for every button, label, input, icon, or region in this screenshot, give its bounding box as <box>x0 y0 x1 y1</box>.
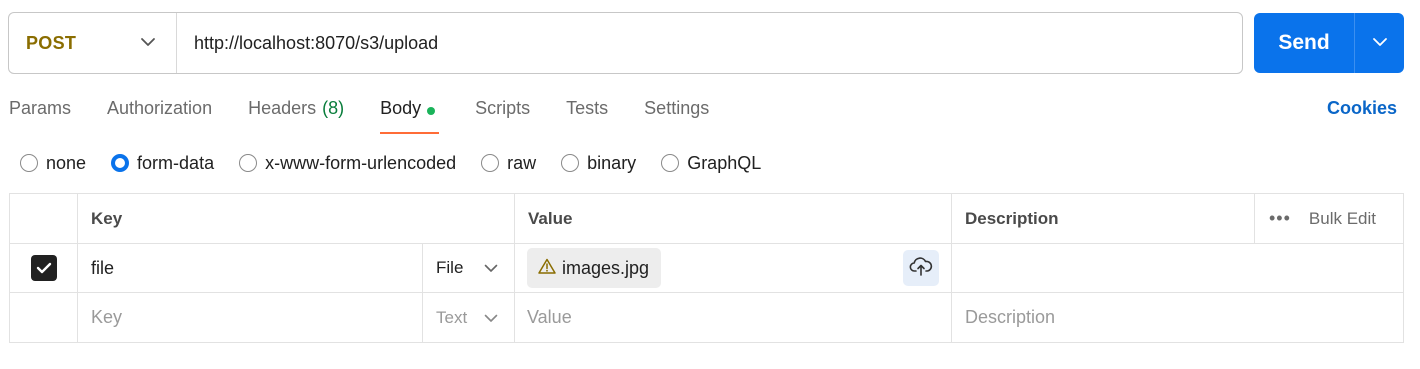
tab-label: Settings <box>644 98 710 118</box>
radio-label: none <box>46 152 87 173</box>
radio-label: binary <box>587 152 637 173</box>
radio-label: GraphQL <box>687 152 762 173</box>
radio-circle <box>661 154 680 172</box>
radio-circle-selected <box>111 154 130 172</box>
tab-label: Body <box>380 98 422 118</box>
tab-params[interactable]: Params <box>9 96 71 134</box>
header-check-cell <box>10 194 78 243</box>
cookies-link[interactable]: Cookies <box>1327 98 1397 119</box>
cloud-upload-icon <box>909 256 933 281</box>
radio-circle <box>20 154 38 172</box>
table-row: file File images.jpg <box>10 244 1403 293</box>
row-check-cell <box>10 293 78 342</box>
tab-body[interactable]: Body <box>380 96 440 134</box>
chevron-down-icon <box>1372 34 1388 52</box>
table-header-row: Key Value Description ••• Bulk Edit <box>10 194 1403 244</box>
checkmark-icon <box>36 262 51 274</box>
table-row-new: Key Text Value Description <box>10 293 1403 342</box>
type-label: Text <box>436 307 468 327</box>
radio-circle <box>239 154 258 172</box>
warning-icon <box>538 258 556 279</box>
tab-authorization[interactable]: Authorization <box>107 96 212 134</box>
new-value-field[interactable]: Value <box>515 293 952 342</box>
request-tabs: Params Authorization Headers (8) Body Scr… <box>9 96 745 134</box>
new-key-field[interactable]: Key <box>78 293 423 342</box>
value-field: images.jpg <box>515 244 952 292</box>
radio-circle <box>561 154 580 172</box>
file-name: images.jpg <box>562 257 650 278</box>
send-options-button[interactable] <box>1355 13 1404 73</box>
bulk-edit-button[interactable]: Bulk Edit <box>1309 209 1376 229</box>
method-label: POST <box>26 32 77 53</box>
description-field[interactable] <box>952 244 1403 292</box>
tab-label: Scripts <box>475 98 531 118</box>
key-field[interactable]: file <box>78 244 423 292</box>
tab-label: Headers <box>248 98 317 118</box>
radio-form-data[interactable]: form-data <box>111 153 214 174</box>
more-options-icon[interactable]: ••• <box>1269 208 1291 229</box>
chevron-down-icon <box>140 34 156 52</box>
header-value: Value <box>515 194 952 243</box>
radio-graphql[interactable]: GraphQL <box>661 153 761 174</box>
row-check-cell <box>10 244 78 292</box>
header-key: Key <box>78 194 515 243</box>
type-select[interactable]: File <box>423 244 515 292</box>
tab-settings[interactable]: Settings <box>644 96 709 134</box>
selected-file-chip[interactable]: images.jpg <box>527 248 662 288</box>
tab-label: Tests <box>566 98 609 118</box>
tab-label: Params <box>9 98 72 118</box>
chevron-down-icon <box>484 258 498 278</box>
tab-scripts[interactable]: Scripts <box>475 96 530 134</box>
body-modified-dot <box>427 107 436 115</box>
type-label: File <box>436 258 464 277</box>
tab-tests[interactable]: Tests <box>566 96 608 134</box>
headers-count: (8) <box>322 98 345 118</box>
new-type-select[interactable]: Text <box>423 293 515 342</box>
header-description: Description <box>952 194 1255 243</box>
tab-label: Authorization <box>107 98 213 118</box>
radio-label: x-www-form-urlencoded <box>265 152 457 173</box>
radio-x-www-form-urlencoded[interactable]: x-www-form-urlencoded <box>239 153 456 174</box>
radio-none[interactable]: none <box>20 153 86 174</box>
upload-file-button[interactable] <box>903 250 939 286</box>
new-description-field[interactable]: Description <box>952 293 1403 342</box>
url-input[interactable]: http://localhost:8070/s3/upload <box>177 33 1242 54</box>
body-type-options: none form-data x-www-form-urlencoded raw… <box>20 150 786 176</box>
header-bulk-edit: ••• Bulk Edit <box>1255 194 1403 243</box>
tab-headers[interactable]: Headers (8) <box>248 96 344 134</box>
radio-label: raw <box>507 152 537 173</box>
form-data-table: Key Value Description ••• Bulk Edit file… <box>9 193 1404 343</box>
radio-raw[interactable]: raw <box>481 153 536 174</box>
request-url-bar: POST http://localhost:8070/s3/upload <box>8 12 1243 74</box>
method-select[interactable]: POST <box>9 13 177 73</box>
send-button-group: Send <box>1254 13 1404 73</box>
send-button[interactable]: Send <box>1254 13 1355 73</box>
radio-binary[interactable]: binary <box>561 153 636 174</box>
row-enabled-checkbox[interactable] <box>30 255 57 281</box>
radio-circle <box>481 154 500 172</box>
chevron-down-icon <box>484 308 498 328</box>
radio-label: form-data <box>137 152 215 173</box>
